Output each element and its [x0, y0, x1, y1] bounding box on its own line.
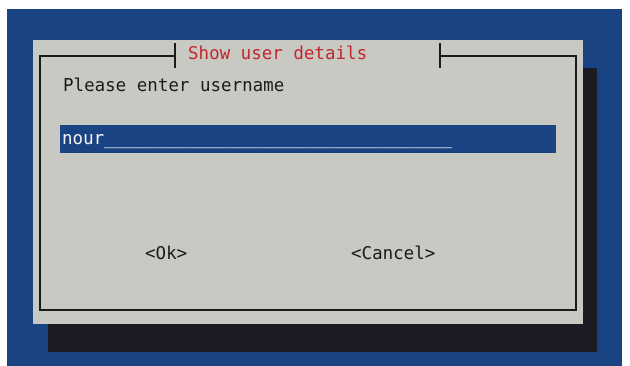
frame-bottom: [39, 309, 577, 311]
title-bracket-left: [174, 43, 176, 68]
dialog-title: Show user details: [188, 44, 368, 64]
input-dialog: Show user details Please enter username …: [33, 40, 583, 324]
input-fill: _________________________________: [104, 129, 452, 149]
prompt-label: Please enter username: [63, 76, 285, 96]
frame-top-right: [441, 55, 577, 57]
frame-right: [575, 55, 577, 311]
frame-left: [39, 55, 41, 311]
username-input[interactable]: nour_________________________________: [60, 125, 556, 153]
title-bracket-right: [439, 43, 441, 68]
frame-top-left: [39, 55, 176, 57]
ok-button[interactable]: <Ok>: [145, 240, 187, 268]
username-value: nour: [62, 129, 105, 149]
cancel-button[interactable]: <Cancel>: [351, 240, 435, 268]
